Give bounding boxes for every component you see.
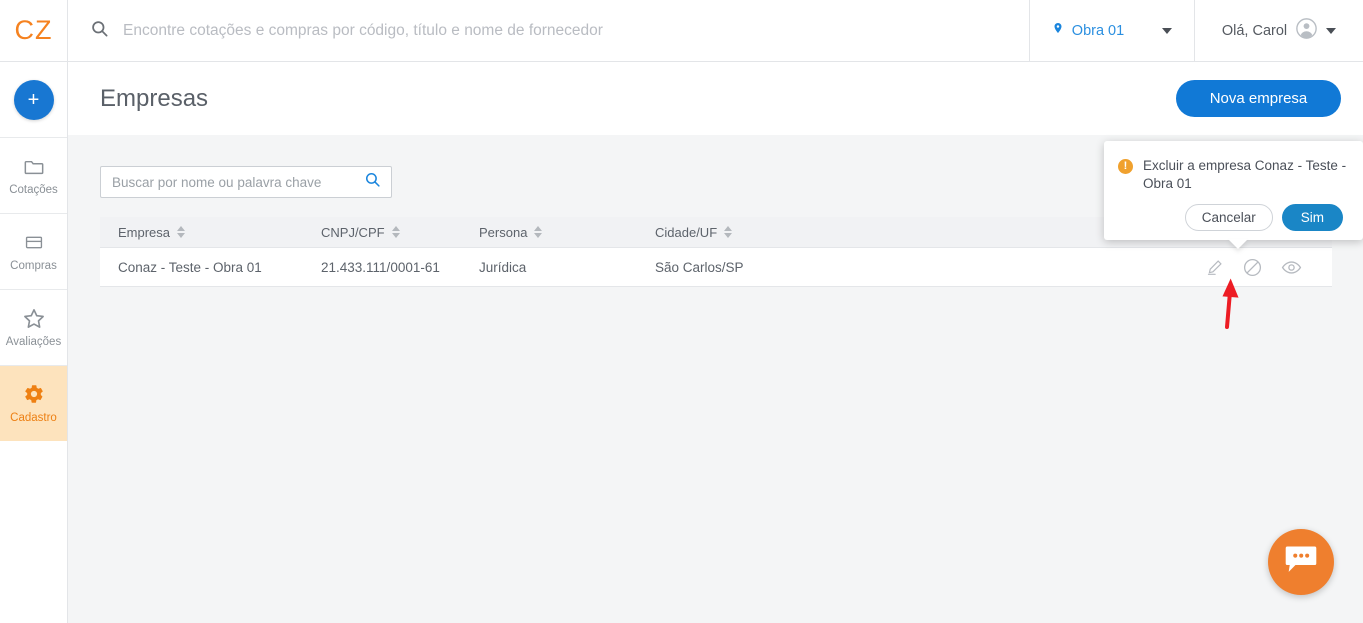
search-icon[interactable] (364, 171, 381, 193)
plus-icon: + (27, 88, 40, 111)
chevron-down-icon (1162, 27, 1173, 34)
column-label: Persona (479, 224, 528, 240)
column-label: Empresa (118, 224, 171, 240)
gear-icon (21, 383, 47, 405)
user-greeting: Olá, Carol (1221, 22, 1288, 39)
row-actions (1192, 257, 1332, 278)
column-label: Cidade/UF (655, 224, 718, 240)
edit-icon[interactable] (1205, 258, 1224, 277)
view-icon[interactable] (1281, 257, 1302, 278)
chat-bubble-icon (1284, 544, 1318, 580)
global-search-placeholder: Encontre cotações e compras por código, … (123, 21, 603, 39)
app-root: CZ Encontre cotações e compras por códig… (0, 0, 1363, 623)
cancel-button[interactable]: Cancelar (1184, 204, 1273, 231)
popover-actions: Cancelar Sim (1118, 204, 1349, 231)
column-header-empresa[interactable]: Empresa (100, 225, 321, 240)
delete-confirm-popover: ! Excluir a empresa Conaz - Teste - Obra… (1104, 141, 1363, 249)
sidebar-item-label: Avaliações (5, 336, 62, 348)
sidebar-item-cotacoes[interactable]: Cotações (0, 137, 67, 213)
column-header-persona[interactable]: Persona (479, 225, 655, 240)
search-icon (90, 19, 109, 43)
new-company-button[interactable]: Nova empresa (1176, 80, 1341, 117)
table-row[interactable]: Conaz - Teste - Obra 01 21.433.111/0001-… (100, 248, 1332, 287)
sort-icon[interactable] (534, 226, 543, 238)
sidebar-item-avaliacoes[interactable]: Avaliações (0, 289, 67, 365)
cell-empresa: Conaz - Teste - Obra 01 (118, 259, 262, 275)
chevron-down-icon (1326, 27, 1337, 34)
sidebar-add-wrap: + (0, 62, 67, 137)
popover-message-row: ! Excluir a empresa Conaz - Teste - Obra… (1118, 157, 1349, 193)
cell-persona: Jurídica (479, 259, 527, 275)
column-label: CNPJ/CPF (321, 224, 385, 240)
cell-cnpj: 21.433.111/0001-61 (321, 259, 440, 275)
logo-text: CZ (14, 15, 53, 45)
star-icon (21, 307, 47, 329)
app-logo[interactable]: CZ (0, 0, 68, 61)
popover-message: Excluir a empresa Conaz - Teste - Obra 0… (1143, 158, 1347, 191)
confirm-button[interactable]: Sim (1281, 204, 1343, 231)
card-icon (21, 231, 47, 253)
sidebar-item-label: Compras (10, 260, 57, 272)
obra-label: Obra 01 (1071, 22, 1125, 39)
sidebar-item-compras[interactable]: Compras (0, 213, 67, 289)
block-icon[interactable] (1242, 257, 1263, 278)
page-title: Empresas (100, 84, 209, 112)
sort-icon[interactable] (177, 226, 186, 238)
user-avatar-icon (1296, 17, 1317, 44)
folder-icon (21, 155, 47, 177)
top-header: CZ Encontre cotações e compras por códig… (0, 0, 1363, 62)
chat-button[interactable] (1268, 529, 1334, 595)
popover-tail (1228, 239, 1248, 249)
warning-icon: ! (1118, 159, 1133, 174)
search-input[interactable]: Buscar por nome ou palavra chave (100, 166, 392, 198)
user-menu[interactable]: Olá, Carol (1195, 0, 1363, 61)
cell-cidade: São Carlos/SP (655, 259, 744, 275)
search-input-placeholder: Buscar por nome ou palavra chave (112, 174, 322, 190)
add-button[interactable]: + (13, 79, 54, 120)
sort-icon[interactable] (724, 226, 733, 238)
sidebar-item-label: Cadastro (10, 412, 57, 424)
location-pin-icon (1052, 20, 1064, 41)
page-header: Empresas Nova empresa (68, 62, 1363, 135)
sidebar-item-label: Cotações (9, 184, 58, 196)
sort-icon[interactable] (391, 226, 400, 238)
sidebar-item-cadastro[interactable]: Cadastro (0, 365, 67, 441)
obra-selector[interactable]: Obra 01 (1030, 0, 1195, 61)
global-search[interactable]: Encontre cotações e compras por código, … (68, 0, 1030, 61)
sidebar: + Cotações Compras Avaliações Cadastro (0, 62, 68, 623)
column-header-cnpj[interactable]: CNPJ/CPF (321, 225, 479, 240)
